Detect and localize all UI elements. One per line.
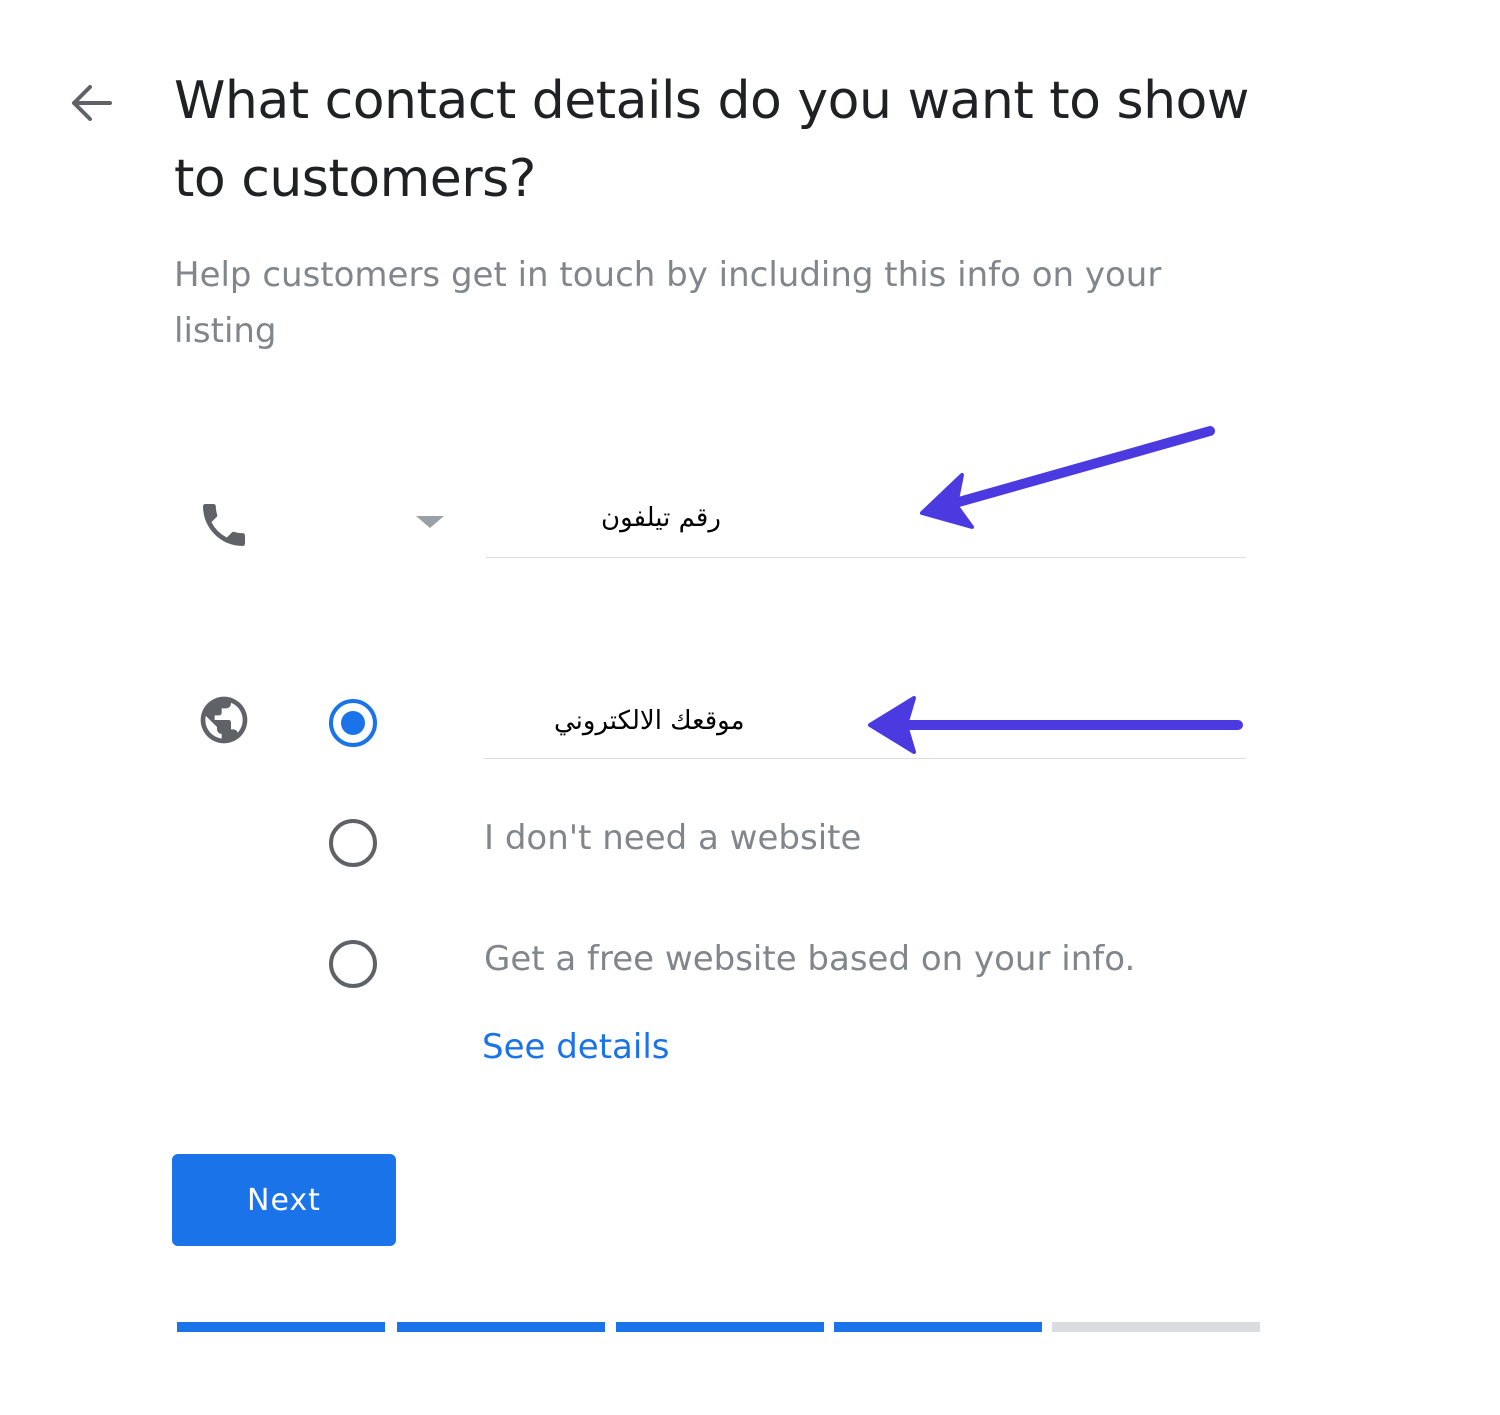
back-arrow-icon[interactable]: [62, 80, 120, 126]
phone-annotation-label: رقم تيلفون: [601, 503, 721, 533]
option-no-website-label[interactable]: I don't need a website: [484, 818, 861, 858]
option-free-website-label[interactable]: Get a free website based on your info.: [484, 939, 1135, 979]
progress-step-1: [177, 1322, 385, 1332]
radio-website-url[interactable]: [327, 697, 379, 749]
website-url-input[interactable]: موقعك الالكتروني: [484, 688, 1246, 759]
phone-icon: [203, 504, 245, 546]
progress-step-3: [616, 1322, 824, 1332]
progress-step-5: [1052, 1322, 1260, 1332]
next-button[interactable]: Next: [172, 1154, 396, 1246]
globe-icon: [200, 696, 248, 744]
progress-step-4: [834, 1322, 1042, 1332]
page-title: What contact details do you want to show…: [174, 71, 1249, 209]
radio-free-website[interactable]: [327, 938, 379, 990]
radio-no-website[interactable]: [327, 817, 379, 869]
progress-step-2: [397, 1322, 605, 1332]
page-subtitle: Help customers get in touch by including…: [174, 255, 1162, 351]
website-annotation-label: موقعك الالكتروني: [554, 706, 745, 736]
see-details-link[interactable]: See details: [482, 1027, 670, 1067]
phone-number-input[interactable]: رقم تيلفون: [486, 485, 1246, 558]
country-code-dropdown[interactable]: [408, 505, 452, 537]
